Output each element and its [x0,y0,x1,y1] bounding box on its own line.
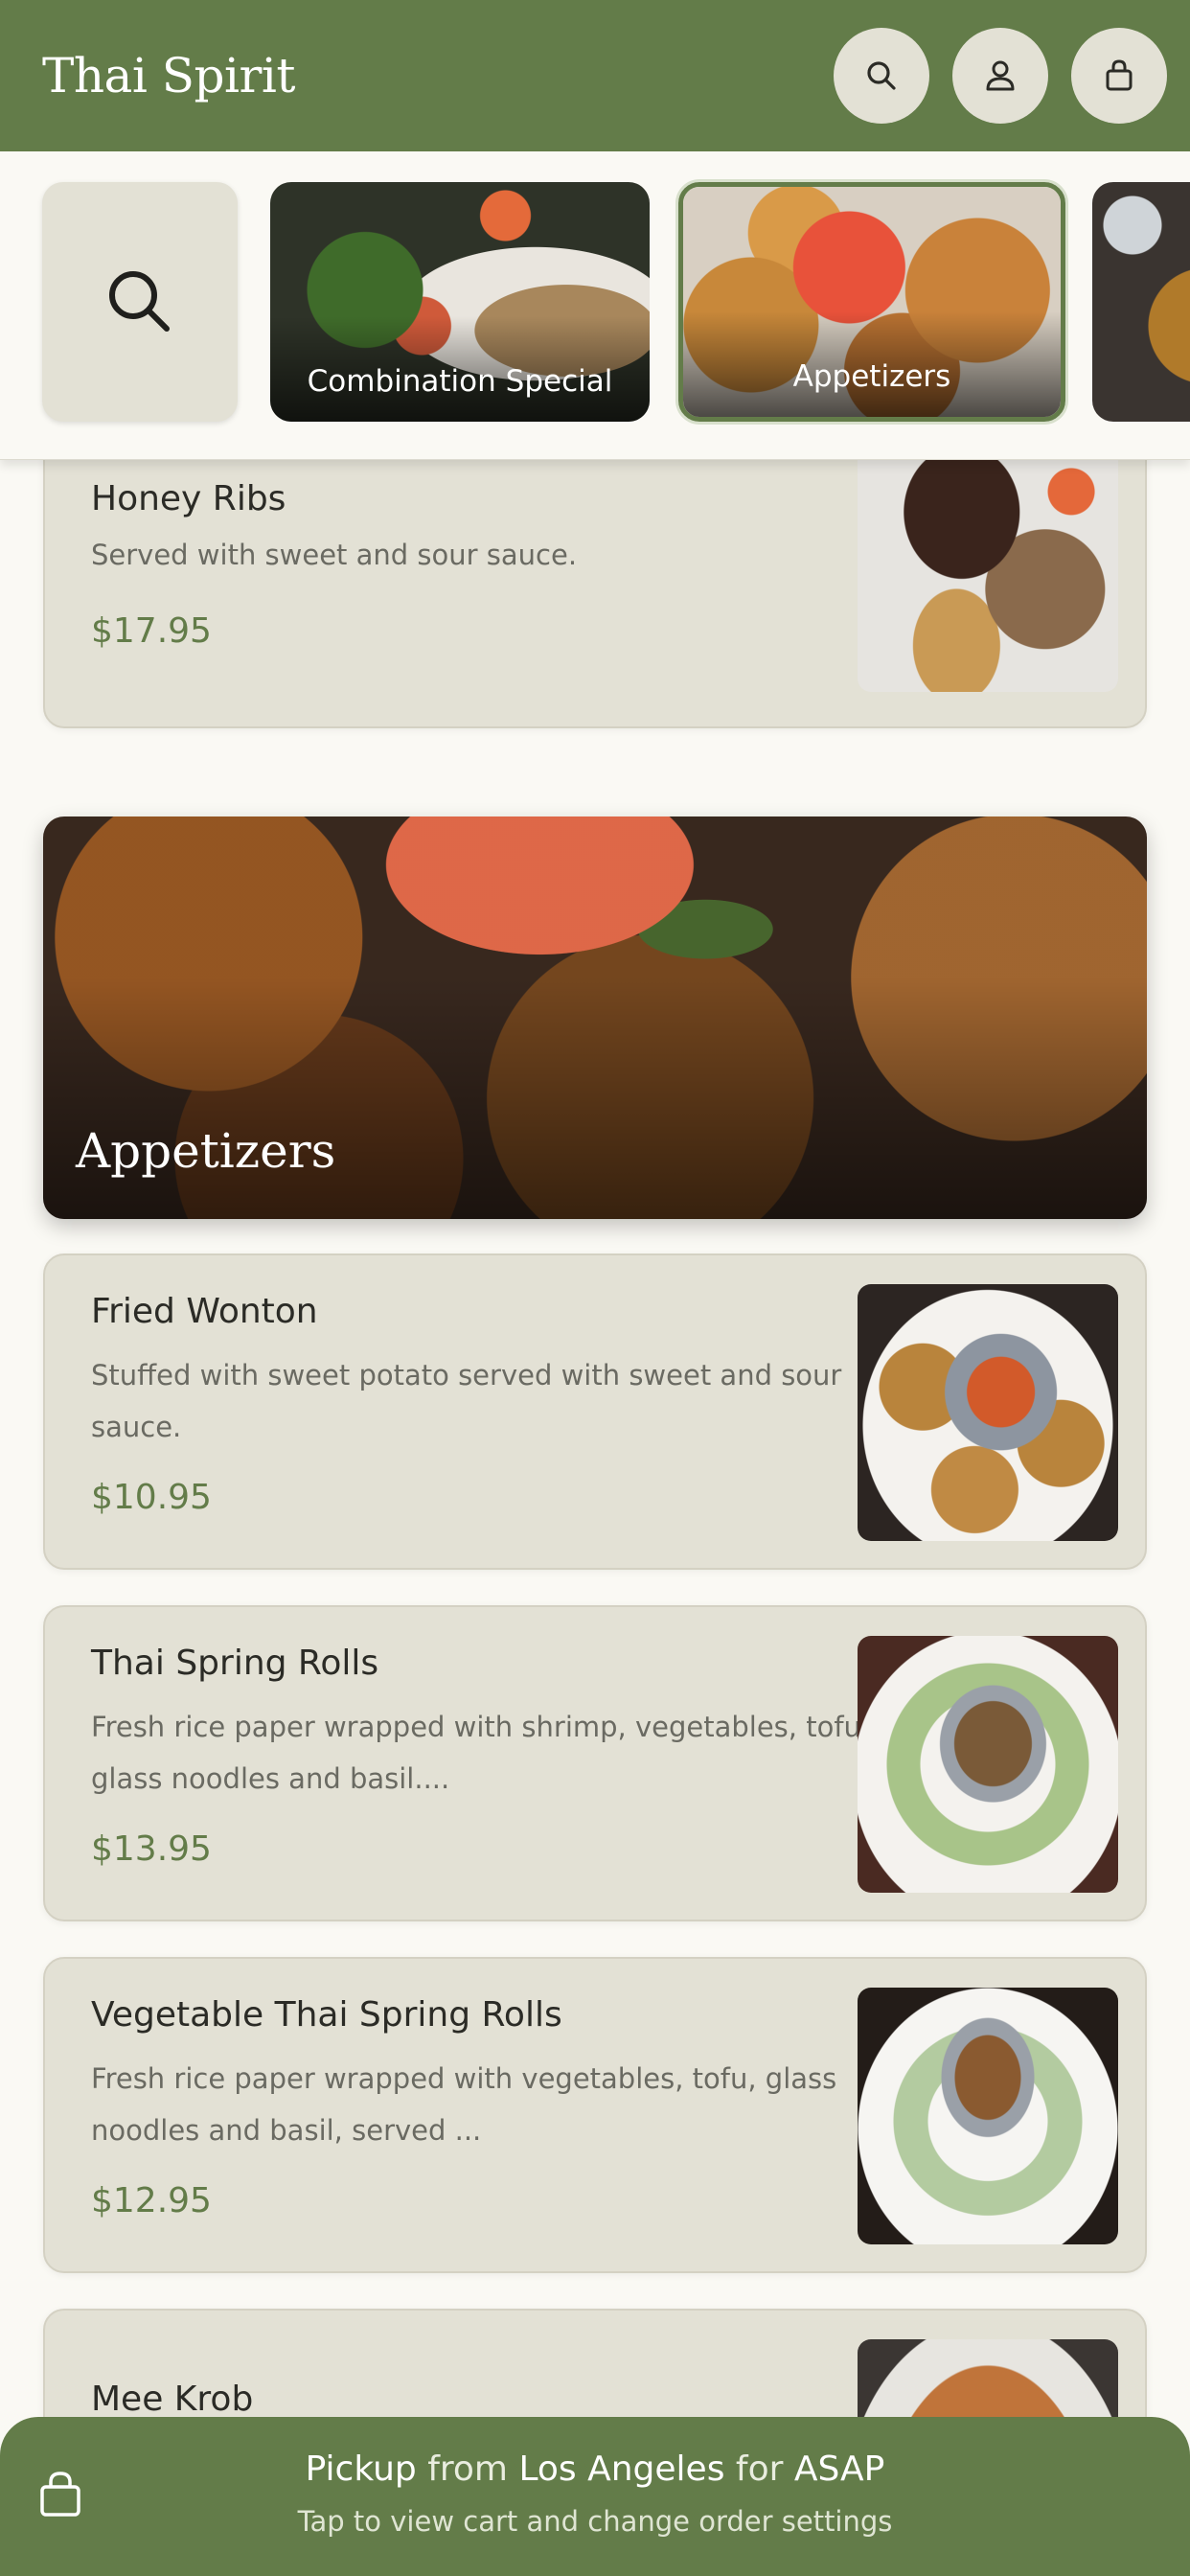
category-image [1092,182,1190,422]
item-name: Vegetable Thai Spring Rolls [91,1995,562,2035]
category-card-next[interactable] [1092,182,1190,422]
item-name: Thai Spring Rolls [91,1644,379,1683]
item-image [858,1988,1118,2244]
item-price: $17.95 [91,611,212,651]
order-mode: Pickup [305,2450,417,2489]
category-label: Appetizers [792,359,951,394]
item-price: $10.95 [91,1478,212,1517]
menu-item-card[interactable]: Vegetable Thai Spring Rolls Fresh rice p… [43,1957,1147,2273]
search-button[interactable] [834,28,929,124]
menu-item-card[interactable]: Thai Spring Rolls Fresh rice paper wrapp… [43,1605,1147,1921]
category-search-button[interactable] [42,182,238,422]
item-name: Honey Ribs [91,479,286,518]
cart-button[interactable] [1071,28,1167,124]
category-label: Combination Special [307,364,613,399]
section-title: Appetizers [76,1123,336,1179]
category-strip[interactable]: Combination Special Appetizers [0,151,1190,460]
bag-icon [1106,59,1133,91]
cart-hint: Tap to view cart and change order settin… [297,2505,893,2538]
item-image [858,1284,1118,1541]
item-name: Fried Wonton [91,1292,318,1331]
cart-bar[interactable]: Pickup from Los Angeles for ASAP Tap to … [0,2417,1190,2576]
item-description: Served with sweet and sour sauce. [91,539,578,571]
pickup-time: ASAP [793,2450,885,2489]
item-description: Fresh rice paper wrapped with shrimp, ve… [91,1711,871,1795]
item-price: $12.95 [91,2181,212,2220]
pickup-summary: Pickup from Los Angeles for ASAP [305,2450,885,2489]
app-header: Thai Spirit [0,0,1190,151]
menu-item-card[interactable]: Fried Wonton Stuffed with sweet potato s… [43,1254,1147,1570]
brand-title[interactable]: Thai Spirit [42,48,295,104]
menu-item-card[interactable]: Honey Ribs Served with sweet and sour sa… [43,422,1147,728]
search-icon [109,271,170,332]
item-image [858,1636,1118,1893]
header-actions [834,28,1167,124]
pickup-location: Los Angeles [518,2450,725,2489]
section-banner-appetizers: Appetizers [43,816,1147,1219]
item-price: $13.95 [91,1829,212,1869]
item-description: Fresh rice paper wrapped with vegetables… [91,2062,837,2147]
category-card-combination-special[interactable]: Combination Special [270,182,650,422]
item-description: Stuffed with sweet potato served with sw… [91,1359,842,1443]
item-image [858,435,1118,692]
search-icon [867,61,896,90]
item-name: Mee Krob [91,2380,254,2419]
user-icon [986,60,1015,91]
account-button[interactable] [952,28,1048,124]
category-card-appetizers[interactable]: Appetizers [678,182,1065,422]
